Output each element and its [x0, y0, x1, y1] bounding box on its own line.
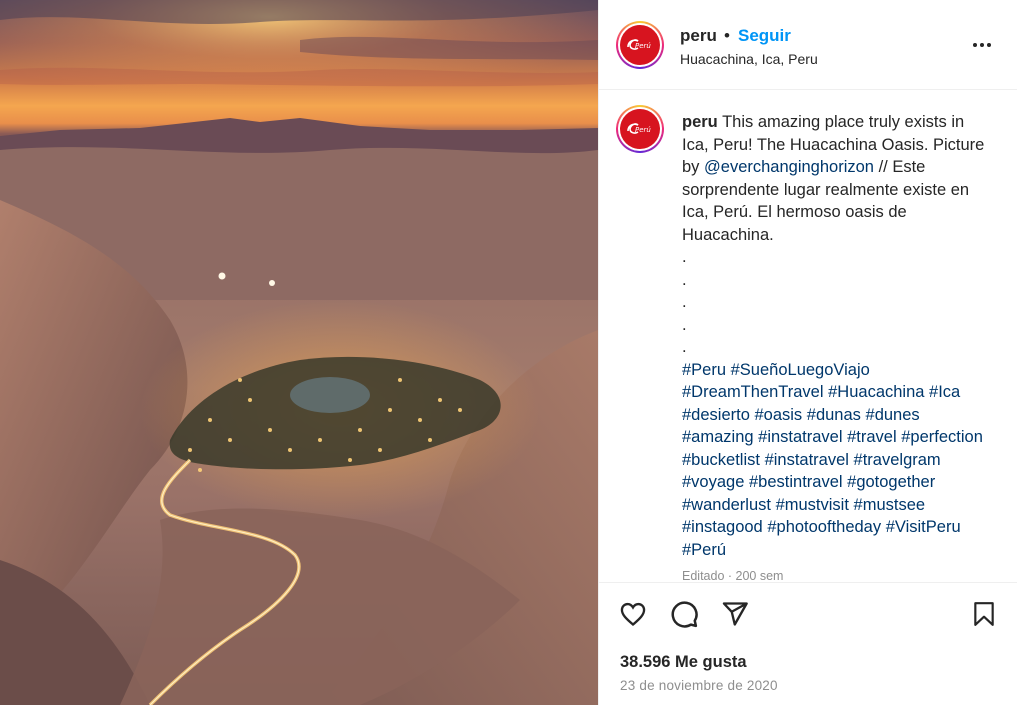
hashtag-link[interactable]: #Ica — [929, 383, 960, 401]
caption-dots: . . . . . — [682, 248, 687, 356]
heart-icon[interactable] — [615, 596, 651, 632]
hashtag-link[interactable]: #Huacachina — [828, 383, 924, 401]
hashtag-link[interactable]: #gotogether — [847, 473, 935, 491]
bookmark-icon[interactable] — [966, 596, 1002, 632]
desert-oasis-image — [0, 0, 598, 705]
hashtag-link[interactable]: #mustsee — [854, 496, 926, 514]
hashtag-link[interactable]: #perfection — [901, 428, 983, 446]
location-link[interactable]: Huacachina, Ica, Peru — [680, 51, 818, 67]
hashtag-link[interactable]: #travelgram — [854, 451, 941, 469]
hashtag-link[interactable]: #DreamThenTravel — [682, 383, 824, 401]
hashtag-link[interactable]: #SueñoLuegoViajo — [731, 361, 870, 379]
svg-text:Perú: Perú — [635, 42, 651, 50]
post-sidebar: Perú peru • Seguir Huacachina, Ica, Peru… — [598, 0, 1017, 705]
hashtag-link[interactable]: #Perú — [682, 541, 726, 559]
hashtag-link[interactable]: #dunes — [866, 406, 920, 424]
hashtag-link[interactable]: #instatravel — [758, 428, 842, 446]
post-photo[interactable] — [0, 0, 598, 705]
hashtag-link[interactable]: #instagood — [682, 518, 763, 536]
hashtag-link[interactable]: #amazing — [682, 428, 754, 446]
hashtag-link[interactable]: #instatravel — [765, 451, 849, 469]
post-header: Perú peru • Seguir Huacachina, Ica, Peru — [599, 0, 1017, 90]
hashtag-link[interactable]: #voyage — [682, 473, 744, 491]
hashtag-list: #Peru #SueñoLuegoViajo #DreamThenTravel … — [682, 359, 992, 562]
hashtag-link[interactable]: #Peru — [682, 361, 726, 379]
hashtag-link[interactable]: #wanderlust — [682, 496, 771, 514]
post-date[interactable]: 23 de noviembre de 2020 — [620, 678, 778, 693]
username[interactable]: peru — [680, 26, 717, 46]
caption-username[interactable]: peru — [682, 113, 718, 131]
share-icon[interactable] — [717, 596, 753, 632]
hashtag-link[interactable]: #mustvisit — [776, 496, 849, 514]
peru-logo-icon: Perú — [620, 25, 660, 65]
hashtag-link[interactable]: #oasis — [754, 406, 802, 424]
peru-logo-icon: Perú — [620, 109, 660, 149]
svg-text:Perú: Perú — [635, 126, 651, 134]
more-horizontal-icon[interactable] — [969, 32, 995, 58]
hashtag-link[interactable]: #bestintravel — [749, 473, 843, 491]
hashtag-link[interactable]: #dunas — [807, 406, 861, 424]
hashtag-link[interactable]: #photooftheday — [767, 518, 881, 536]
caption-avatar[interactable]: Perú — [616, 105, 664, 153]
separator-dot: • — [724, 26, 730, 45]
avatar[interactable]: Perú — [616, 21, 664, 69]
edited-time: Editado · 200 sem — [682, 569, 784, 582]
comment-icon[interactable] — [666, 596, 702, 632]
comments-panel[interactable]: Perú peru This amazing place truly exist… — [599, 90, 1017, 582]
actions-bar: 38.596 Me gusta 23 de noviembre de 2020 — [599, 582, 1017, 705]
hashtag-link[interactable]: #travel — [847, 428, 897, 446]
post-caption: peru This amazing place truly exists in … — [682, 111, 992, 561]
follow-button[interactable]: Seguir — [738, 26, 791, 46]
hashtag-link[interactable]: #desierto — [682, 406, 750, 424]
likes-count[interactable]: 38.596 Me gusta — [620, 653, 747, 672]
hashtag-link[interactable]: #VisitPeru — [886, 518, 961, 536]
caption-mention[interactable]: @everchanginghorizon — [704, 158, 874, 176]
hashtag-link[interactable]: #bucketlist — [682, 451, 760, 469]
